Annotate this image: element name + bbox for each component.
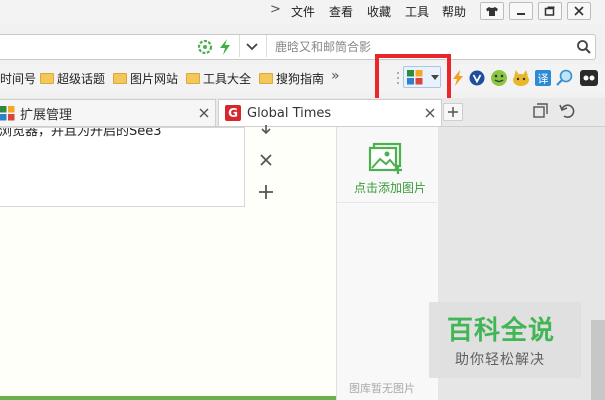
bottom-accent-line bbox=[0, 396, 336, 400]
menu-expand-arrow[interactable]: > bbox=[270, 2, 281, 17]
smile-extension-icon[interactable] bbox=[490, 69, 508, 87]
tab-label: 扩展管理 bbox=[20, 107, 73, 123]
search-input[interactable]: 鹿晗又和邮筒合影 bbox=[275, 38, 371, 55]
app-grid-icon bbox=[0, 105, 15, 120]
bookmark-folder[interactable]: 搜狗指南 bbox=[259, 70, 324, 87]
magnifier-extension-icon[interactable] bbox=[556, 69, 574, 87]
undo-close-icon[interactable] bbox=[559, 103, 575, 119]
close-icon bbox=[574, 6, 584, 16]
add-icon[interactable] bbox=[259, 185, 273, 199]
skin-button[interactable] bbox=[480, 2, 504, 20]
tab-extension-manager[interactable]: 扩展管理 bbox=[0, 99, 216, 126]
tab-label: Global Times bbox=[247, 105, 332, 121]
watermark-title: 百科全说 bbox=[447, 316, 556, 346]
add-image-icon bbox=[368, 142, 402, 174]
address-divider bbox=[239, 35, 240, 57]
close-tab-icon[interactable] bbox=[425, 108, 435, 118]
add-image-label: 点击添加图片 bbox=[354, 181, 427, 195]
close-icon[interactable] bbox=[260, 154, 272, 166]
security-shield-icon bbox=[197, 39, 213, 55]
text-box: 浏览器，并且为开启的See3 bbox=[0, 127, 245, 207]
tab-list-icon[interactable] bbox=[533, 103, 549, 119]
add-image-button[interactable]: 点击添加图片 bbox=[337, 127, 437, 203]
bookmarks-more-button[interactable]: » bbox=[331, 68, 340, 84]
plus-icon bbox=[448, 107, 458, 117]
watermark: 百科全说 助你轻松解决 bbox=[429, 302, 581, 378]
bookmark-item[interactable]: 时间号 bbox=[0, 70, 36, 87]
bookmark-folder[interactable]: 工具大全 bbox=[186, 70, 251, 87]
tab-global-times[interactable]: G Global Times bbox=[218, 99, 442, 126]
menu-tools[interactable]: 工具 bbox=[405, 3, 429, 20]
folder-icon bbox=[186, 73, 200, 84]
minimize-icon bbox=[517, 13, 525, 15]
bookmark-folder[interactable]: 超级话题 bbox=[40, 70, 105, 87]
menu-help[interactable]: 帮助 bbox=[442, 3, 466, 20]
folder-icon bbox=[259, 73, 273, 84]
cat-extension-icon[interactable] bbox=[511, 69, 531, 87]
menu-file[interactable]: 文件 bbox=[291, 3, 315, 20]
speed-mode-icon[interactable] bbox=[218, 38, 232, 56]
text-snippet: 浏览器，并且为开启的See3 bbox=[0, 127, 162, 139]
close-window-button[interactable] bbox=[567, 2, 591, 20]
new-tab-button[interactable] bbox=[443, 103, 463, 121]
svg-text:译: 译 bbox=[538, 73, 549, 86]
search-divider bbox=[266, 35, 267, 57]
shirt-icon bbox=[486, 6, 498, 16]
screenshot-extension-icon[interactable] bbox=[580, 70, 598, 86]
chevron-down-icon[interactable] bbox=[245, 42, 259, 52]
bookmark-label: 工具大全 bbox=[203, 72, 252, 86]
close-tab-icon[interactable] bbox=[199, 108, 209, 118]
menu-view[interactable]: 查看 bbox=[329, 3, 353, 20]
empty-gallery-label: 图库暂无图片 bbox=[349, 382, 415, 395]
move-icon[interactable] bbox=[259, 125, 273, 135]
watermark-subtitle: 助你轻松解决 bbox=[455, 352, 545, 368]
folder-icon bbox=[40, 73, 54, 84]
translate-extension-icon[interactable]: 译 bbox=[535, 70, 551, 86]
folder-icon bbox=[113, 73, 127, 84]
scrollbar[interactable] bbox=[591, 320, 605, 400]
menu-favorites[interactable]: 收藏 bbox=[367, 3, 391, 20]
bookmark-label: 超级话题 bbox=[57, 72, 106, 86]
bookmark-folder[interactable]: 图片网站 bbox=[113, 70, 178, 87]
minimize-button[interactable] bbox=[509, 2, 533, 20]
bookmark-label: 图片网站 bbox=[130, 72, 179, 86]
lightning-extension-icon[interactable] bbox=[451, 70, 465, 86]
maximize-button[interactable] bbox=[538, 2, 562, 20]
restore-icon bbox=[544, 6, 555, 16]
search-icon[interactable] bbox=[576, 39, 592, 55]
v-extension-icon[interactable] bbox=[469, 70, 485, 86]
favicon-icon: G bbox=[225, 105, 241, 121]
bookmark-label: 时间号 bbox=[0, 72, 37, 86]
bookmark-label: 搜狗指南 bbox=[276, 72, 325, 86]
